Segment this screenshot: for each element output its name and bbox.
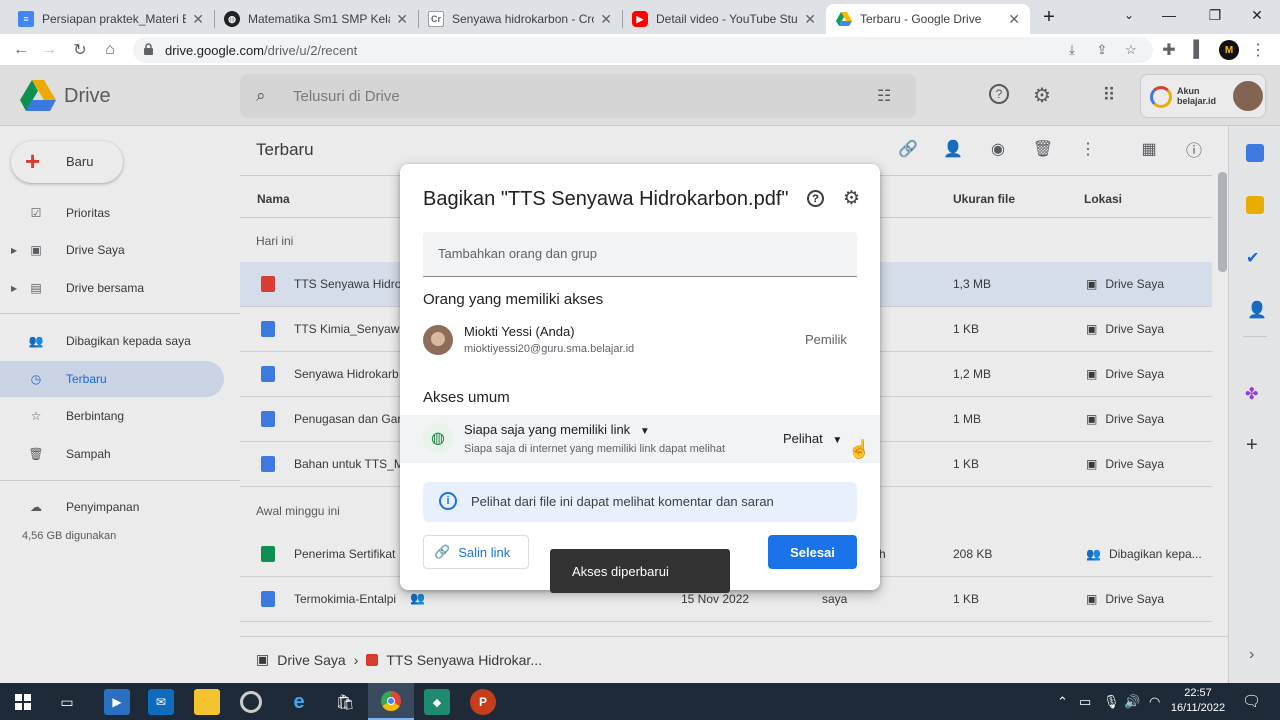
- globe-icon: ◍: [423, 423, 453, 453]
- caret-down-icon: ▼: [639, 426, 650, 437]
- person-email: mioktiyessi20@guru.sma.belajar.id: [464, 343, 635, 355]
- snackbar: Akses diperbarui: [550, 549, 730, 593]
- extensions-icon[interactable]: ✚: [1157, 38, 1181, 62]
- profile-avatar[interactable]: M: [1217, 38, 1241, 62]
- chrome-taskbar-button[interactable]: [368, 683, 414, 720]
- notifications-icon[interactable]: 🗨: [1242, 692, 1261, 710]
- close-icon[interactable]: ✕: [396, 11, 408, 28]
- forms-icon: ≡: [18, 11, 34, 27]
- share-icon[interactable]: ⇪: [1094, 42, 1110, 58]
- tab-senyawa[interactable]: Cr Senyawa hidrokarbon - Cros ✕: [418, 4, 622, 34]
- share-dialog: Bagikan "TTS Senyawa Hidrokarbon.pdf" ? …: [400, 164, 880, 590]
- url-field[interactable]: drive.google.com/drive/u/2/recent ⤓ ⇪ ☆: [133, 37, 1153, 63]
- access-description: Siapa saja di internet yang memiliki lin…: [464, 443, 726, 455]
- maximize-button[interactable]: ❐: [1192, 0, 1238, 30]
- powerpoint-icon[interactable]: P: [470, 689, 496, 715]
- recorder-icon[interactable]: [240, 691, 262, 713]
- general-access-row: ◍ Siapa saja yang memiliki link ▼ Siapa …: [400, 415, 880, 463]
- menu-kebab-icon[interactable]: ⋮: [1246, 38, 1270, 62]
- mail-icon[interactable]: ✉: [148, 689, 174, 715]
- access-role-select[interactable]: Pelihat ▼: [783, 431, 842, 446]
- close-icon[interactable]: ✕: [1008, 11, 1020, 28]
- store-icon[interactable]: 🛍: [332, 689, 358, 715]
- general-access-heading: Akses umum: [423, 389, 510, 406]
- close-icon[interactable]: ✕: [600, 11, 612, 28]
- browser-tab-strip: ≡ Persiapan praktek_Materi Ber ✕ ◍ Matem…: [0, 0, 1280, 34]
- side-panel-icon[interactable]: ▌: [1187, 38, 1211, 62]
- reload-icon[interactable]: ↻: [68, 38, 92, 62]
- done-button[interactable]: Selesai: [768, 535, 857, 569]
- globe-icon: ◍: [224, 11, 240, 27]
- crossword-icon: Cr: [428, 11, 444, 27]
- volume-icon[interactable]: 🔊: [1124, 694, 1140, 710]
- copy-link-button[interactable]: 🔗 Salin link: [423, 535, 529, 569]
- hand-cursor-icon: ☝: [848, 439, 871, 459]
- clock[interactable]: 22:57 16/11/2022: [1166, 686, 1230, 716]
- lock-icon: [144, 43, 153, 55]
- app-icon[interactable]: ◆: [424, 689, 450, 715]
- tray-chevron-icon[interactable]: ⌃: [1057, 694, 1068, 710]
- windows-start-icon[interactable]: [10, 689, 36, 715]
- microphone-icon[interactable]: 🎙: [1103, 694, 1120, 710]
- file-explorer-icon[interactable]: [194, 689, 220, 715]
- network-adapter-icon[interactable]: ▭: [1079, 694, 1091, 710]
- youtube-icon: ▶: [632, 11, 648, 27]
- info-banner: i Pelihat dari file ini dapat melihat ko…: [423, 482, 857, 522]
- people-heading: Orang yang memiliki akses: [423, 291, 604, 308]
- close-icon[interactable]: ✕: [192, 11, 204, 28]
- edge-icon[interactable]: e: [286, 689, 312, 715]
- info-icon: i: [439, 492, 457, 510]
- taskbar: ▭ ▶ ✉ e 🛍 ◆ P ⌃ ▭ 🎙 🔊 ◠ 22:57 16/11/2022 …: [0, 683, 1280, 720]
- close-icon[interactable]: ✕: [804, 11, 816, 28]
- tab-google-drive[interactable]: Terbaru - Google Drive ✕: [826, 4, 1030, 34]
- media-app-icon[interactable]: ▶: [104, 689, 130, 715]
- bookmark-star-icon[interactable]: ☆: [1123, 42, 1139, 58]
- task-view-icon[interactable]: ▭: [54, 689, 80, 715]
- new-tab-button[interactable]: +: [1036, 2, 1062, 32]
- access-mode-select[interactable]: Siapa saja yang memiliki link ▼: [464, 422, 650, 437]
- dialog-title: Bagikan "TTS Senyawa Hidrokarbon.pdf": [423, 188, 789, 210]
- wifi-icon[interactable]: ◠: [1149, 694, 1160, 710]
- back-icon[interactable]: ←: [9, 38, 33, 62]
- help-icon[interactable]: ?: [807, 190, 824, 207]
- install-icon[interactable]: ⤓: [1064, 42, 1080, 58]
- avatar: [423, 325, 453, 355]
- person-name: Miokti Yessi (Anda): [464, 324, 575, 339]
- add-people-input[interactable]: Tambahkan orang dan grup: [423, 232, 857, 277]
- minimize-button[interactable]: —: [1146, 0, 1192, 30]
- settings-icon[interactable]: ⚙: [843, 187, 860, 210]
- home-icon[interactable]: ⌂: [98, 38, 122, 62]
- close-window-button[interactable]: ✕: [1234, 0, 1280, 30]
- link-icon: 🔗: [434, 544, 451, 559]
- drive-icon: [836, 11, 852, 27]
- address-bar: ← → ↻ ⌂ drive.google.com/drive/u/2/recen…: [0, 34, 1280, 66]
- tab-matematika[interactable]: ◍ Matematika Sm1 SMP Kelas ✕: [214, 4, 418, 34]
- person-role: Pemilik: [805, 332, 847, 347]
- caret-down-icon: ▼: [832, 435, 843, 446]
- tab-youtube-studio[interactable]: ▶ Detail video - YouTube Studi ✕: [622, 4, 826, 34]
- forward-icon[interactable]: →: [37, 38, 61, 62]
- tab-persiapan[interactable]: ≡ Persiapan praktek_Materi Ber ✕: [8, 4, 214, 34]
